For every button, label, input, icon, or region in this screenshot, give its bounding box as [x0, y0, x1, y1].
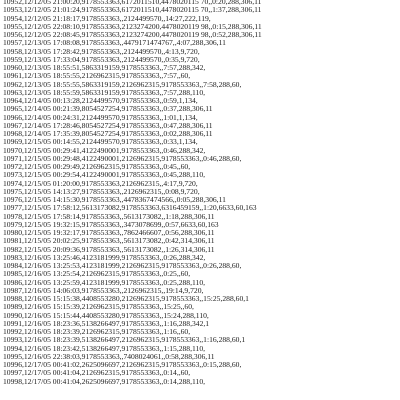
call-log-line: 10978,12/15/05 17:58:14,9178553363,,5613…	[3, 212, 215, 221]
call-log-line: 10967,12/14/05 17:28:46,8054527254,91785…	[3, 121, 213, 130]
call-log-line: 10998,12/17/05 00:41:04,2625096697,91785…	[3, 377, 206, 386]
call-log-line: 10994,12/16/05 18:23:42,5138266497,91785…	[3, 344, 206, 353]
call-log-line: 10972,12/15/05 00:29:49,2126962315,91785…	[3, 163, 191, 171]
call-log-line: 10995,12/16/05 22:38:03,9178553363,,7408…	[3, 352, 215, 361]
call-log-line: 10988,12/16/05 15:15:38,4408553280,21269…	[3, 295, 249, 303]
call-log-line: 10990,12/16/05 15:15:44,4408553280,91785…	[3, 311, 209, 320]
call-log-line: 10958,12/13/05 17:28:42,9178553363,,2124…	[3, 47, 200, 56]
call-log-text: 10952,12/12/05 21:00:20,9178553363,61720…	[3, 0, 399, 386]
document-page: 10952,12/12/05 21:00:20,9178553363,61720…	[0, 0, 400, 400]
call-log-line: 10970,12/15/05 00:29:41,4122490001,91785…	[3, 146, 206, 155]
call-log-line: 10960,12/13/05 18:55:51,5863319159,91785…	[3, 64, 206, 72]
call-log-line: 10974,12/15/05 01:20:00,9178553363,21269…	[3, 179, 198, 188]
call-log-line: 10982,12/15/05 20:09:36,9178553363,,5613…	[3, 245, 215, 254]
call-log-line: 10965,12/14/05 00:21:39,8054527254,91785…	[3, 105, 213, 114]
call-log-line: 10954,12/12/05 21:18:17,9178553363,,2124…	[3, 14, 211, 23]
call-log-line: 10992,12/16/05 18:23:39,2126962315,91785…	[3, 328, 191, 336]
call-log-line: 10981,12/15/05 20:02:25,9178553363,,5613…	[3, 237, 215, 246]
call-log-line: 10962,12/13/05 18:55:55,5863319159,21269…	[3, 80, 242, 89]
call-log-line: 10993,12/16/05 18:23:39,5138266497,21269…	[3, 336, 246, 345]
call-log-line: 10977,12/15/05 17:58:12,5613173082,91785…	[3, 204, 257, 213]
call-log-line: 10963,12/13/05 18:55:59,5863319159,91785…	[3, 88, 206, 97]
call-log-line: 10987,12/16/05 14:06:03,9178553363,,2126…	[3, 286, 204, 295]
call-log-line: 10975,12/15/05 14:13:27,9178553363,,2126…	[3, 187, 200, 196]
call-log-line: 10968,12/14/05 17:35:39,8054527254,91785…	[3, 130, 213, 138]
call-log-line: 10969,12/15/05 00:14:55,2124499570,91785…	[3, 138, 198, 147]
call-log-line: 10983,12/16/05 13:25:46,4123181999,91785…	[3, 253, 206, 262]
call-log-line: 10980,12/15/05 19:32:17,9178553363,,7862…	[3, 229, 215, 237]
call-log-line: 10971,12/15/05 00:29:48,4122490001,21269…	[3, 154, 242, 163]
call-log-line: 10959,12/13/05 17:33:04,9178553363,,2124…	[3, 55, 200, 64]
call-log-line: 10996,12/17/05 00:41:02,2625096697,21269…	[3, 361, 242, 369]
call-log-line: 10989,12/16/05 15:15:39,2126962315,91785…	[3, 303, 194, 312]
call-log-line: 10997,12/17/05 00:41:04,2126962315,91785…	[3, 369, 191, 378]
call-log-line: 10966,12/14/05 00:24:31,2124499570,91785…	[3, 113, 198, 122]
call-log-line: 10979,12/15/05 19:32:15,9178553363,,3473…	[3, 220, 219, 229]
call-log-line: 10973,12/15/05 00:29:54,4122490001,91785…	[3, 171, 206, 180]
call-log-line: 10964,12/14/05 00:13:28,2124499570,91785…	[3, 97, 198, 105]
call-log-line: 10986,12/16/05 13:25:59,4123181999,91785…	[3, 278, 206, 287]
call-log-line: 10976,12/15/05 14:15:30,9178553363,,4478…	[3, 196, 226, 204]
call-log-line: 10953,12/12/05 21:01:24,9178553363,61720…	[3, 6, 262, 15]
call-log-line: 10985,12/16/05 13:25:54,2126962315,91785…	[3, 270, 191, 279]
call-log-line: 10956,12/12/05 22:08:45,9178553363,21232…	[3, 31, 262, 39]
call-log-line: 10961,12/13/05 18:55:55,2126962315,91785…	[3, 72, 191, 81]
call-log-line: 10957,12/13/05 17:08:08,9178553363,,4479…	[3, 39, 226, 48]
call-log-line: 10991,12/16/05 18:23:36,5138266497,91785…	[3, 319, 210, 328]
call-log-line: 10955,12/12/05 22:08:10,9178553363,21232…	[3, 22, 262, 31]
call-log-line: 10984,12/16/05 13:25:53,4123181999,21269…	[3, 262, 242, 270]
